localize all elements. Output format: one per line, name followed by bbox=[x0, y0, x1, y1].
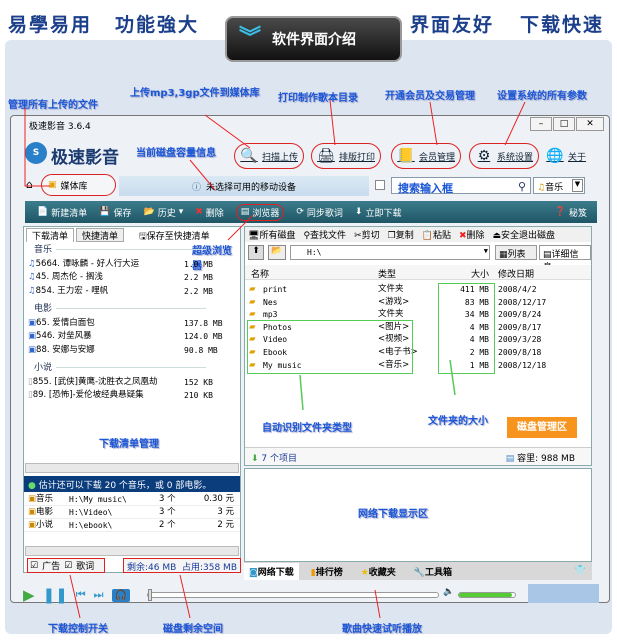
arrow bbox=[204, 114, 251, 149]
arrow bbox=[329, 99, 336, 146]
arrow bbox=[24, 108, 50, 187]
arrow bbox=[179, 574, 191, 619]
arrow bbox=[189, 159, 216, 191]
arrow bbox=[299, 374, 304, 411]
arrow bbox=[374, 589, 381, 619]
arrow bbox=[227, 214, 254, 241]
arrow bbox=[504, 101, 526, 146]
arrow bbox=[449, 359, 456, 396]
arrow bbox=[69, 574, 81, 619]
arrow bbox=[429, 101, 438, 146]
annotation-arrows bbox=[24, 99, 526, 619]
